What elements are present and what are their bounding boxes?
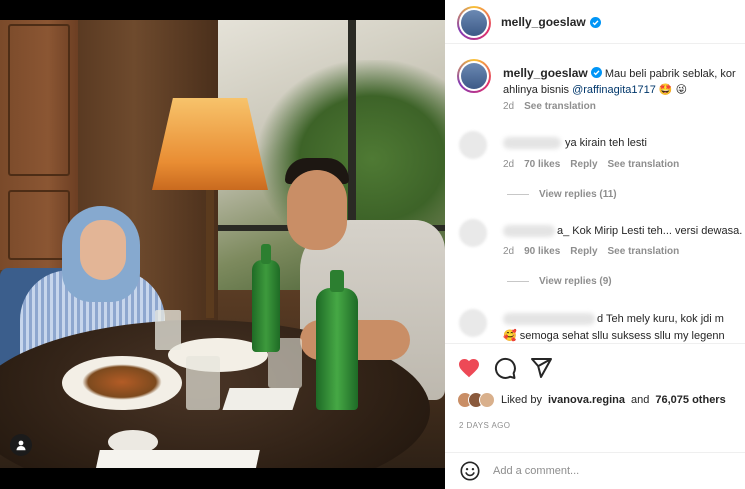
post-actions: Liked by ivanova.regina and 76,075 other… [445, 343, 745, 451]
comment-text-line2: 🥰 semoga sehat sllu suksess sllu my lege… [503, 329, 725, 342]
caption-text-line1: Mau beli pabrik seblak, kor [604, 68, 736, 80]
commenter-avatar[interactable] [459, 219, 487, 247]
comment-text: a_ Kok Mirip Lesti teh... versi dewasa. [557, 225, 743, 237]
add-comment-bar [445, 452, 745, 489]
caption-mention-link[interactable]: @raffinagita1717 [572, 84, 656, 96]
green-bottle [316, 270, 358, 410]
tagged-users-button[interactable] [10, 434, 32, 456]
replies-divider [507, 194, 529, 195]
liker-avatar [479, 392, 495, 408]
post-date[interactable]: 2 DAYS AGO [459, 421, 510, 430]
restaurant-scene [0, 20, 445, 468]
comment-text: d Teh mely kuru, kok jdi m [597, 313, 724, 325]
see-translation-button[interactable]: See translation [524, 101, 596, 112]
view-replies-button[interactable]: View replies (11) [507, 189, 617, 200]
share-icon[interactable] [529, 356, 553, 380]
verified-badge-icon [590, 67, 602, 78]
commenter-username-blurred [503, 313, 595, 325]
caption-time[interactable]: 2d [503, 101, 514, 112]
comment-input[interactable] [493, 462, 733, 480]
view-replies-label: View replies (9) [539, 276, 612, 287]
comment-meta: 2d 70 likes Reply See translation [503, 159, 679, 170]
napkin [92, 450, 260, 468]
liked-by-user[interactable]: ivanova.regina [548, 394, 625, 406]
water-glass [186, 356, 220, 410]
heart-icon[interactable] [457, 356, 481, 380]
napkin [222, 388, 300, 410]
woman-face [80, 220, 126, 280]
caption-meta: 2d See translation [503, 101, 596, 112]
green-bottle [252, 244, 280, 352]
comment-likes[interactable]: 70 likes [524, 159, 560, 170]
view-replies-label: View replies (11) [539, 189, 617, 200]
caption-emojis: 🤩 😜 [658, 84, 688, 96]
see-translation-button[interactable]: See translation [608, 159, 680, 170]
author-name-row: melly_goeslaw [501, 15, 601, 29]
author-avatar[interactable] [457, 6, 491, 40]
commenter-avatar[interactable] [459, 309, 487, 337]
liked-by-others[interactable]: 76,075 others [655, 394, 725, 406]
user-icon [16, 440, 26, 451]
replies-divider [507, 281, 529, 282]
see-translation-button[interactable]: See translation [608, 246, 680, 257]
author-username[interactable]: melly_goeslaw [501, 15, 586, 29]
comment-text: ya kirain teh lesti [565, 137, 647, 149]
comments-list: melly_goeslaw Mau beli pabrik seblak, ko… [445, 45, 745, 342]
liked-by-row: Liked by ivanova.regina and 76,075 other… [457, 392, 726, 408]
post-caption: melly_goeslaw Mau beli pabrik seblak, ko… [503, 65, 745, 98]
emoji-smile-hearts: 🥰 [503, 330, 517, 342]
post-header: melly_goeslaw [445, 0, 745, 44]
commenter-username-blurred [503, 137, 561, 149]
caption-avatar[interactable] [457, 59, 491, 93]
caption-username[interactable]: melly_goeslaw [503, 66, 588, 80]
comment-time[interactable]: 2d [503, 159, 514, 170]
liked-by-prefix: Liked by [501, 394, 542, 406]
man-face [287, 170, 347, 250]
view-replies-button[interactable]: View replies (9) [507, 276, 612, 287]
liker-avatars[interactable] [457, 392, 495, 408]
liked-by-and: and [631, 394, 650, 406]
comment-icon[interactable] [493, 356, 517, 380]
reply-button[interactable]: Reply [570, 159, 597, 170]
smiley-icon[interactable] [459, 460, 481, 482]
post-photo[interactable] [0, 0, 445, 489]
comment-text-continued: semoga sehat sllu suksess sllu my legenn [519, 330, 725, 342]
lamp-pole [206, 188, 214, 318]
commenter-username-blurred [503, 225, 555, 237]
commenter-avatar[interactable] [459, 131, 487, 159]
comment-likes[interactable]: 90 likes [524, 246, 560, 257]
comment-meta: 2d 90 likes Reply See translation [503, 246, 679, 257]
caption-text-line2: ahlinya bisnis [503, 84, 573, 96]
comment-time[interactable]: 2d [503, 246, 514, 257]
water-glass [155, 310, 181, 350]
food-plate [62, 356, 182, 410]
post-side-panel: melly_goeslaw melly_goeslaw Mau beli pab… [445, 0, 745, 489]
reply-button[interactable]: Reply [570, 246, 597, 257]
verified-badge-icon [589, 16, 601, 28]
